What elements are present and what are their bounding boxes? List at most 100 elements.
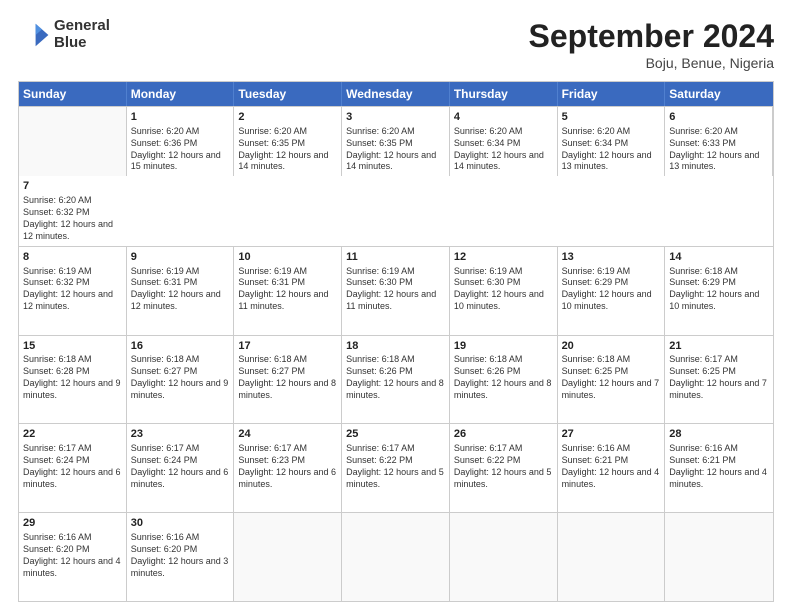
cell-sun-info: Sunrise: 6:18 AM Sunset: 6:27 PM Dayligh…	[131, 354, 230, 402]
day-number: 1	[131, 110, 230, 125]
day-number: 6	[669, 110, 768, 125]
cell-sun-info: Sunrise: 6:20 AM Sunset: 6:35 PM Dayligh…	[238, 126, 337, 174]
calendar-header: SundayMondayTuesdayWednesdayThursdayFrid…	[19, 82, 773, 106]
day-number: 15	[23, 339, 122, 354]
cell-sun-info: Sunrise: 6:17 AM Sunset: 6:22 PM Dayligh…	[454, 443, 553, 491]
header-day-tuesday: Tuesday	[234, 82, 342, 106]
calendar-cell-1: 1Sunrise: 6:20 AM Sunset: 6:36 PM Daylig…	[127, 107, 235, 176]
month-title: September 2024	[529, 18, 774, 55]
cell-sun-info: Sunrise: 6:18 AM Sunset: 6:26 PM Dayligh…	[454, 354, 553, 402]
cell-sun-info: Sunrise: 6:18 AM Sunset: 6:28 PM Dayligh…	[23, 354, 122, 402]
day-number: 28	[669, 427, 769, 442]
cell-sun-info: Sunrise: 6:20 AM Sunset: 6:34 PM Dayligh…	[454, 126, 553, 174]
cell-sun-info: Sunrise: 6:19 AM Sunset: 6:29 PM Dayligh…	[562, 266, 661, 314]
calendar-cell-9: 9Sunrise: 6:19 AM Sunset: 6:31 PM Daylig…	[127, 247, 235, 335]
calendar-cell-empty-4-6	[665, 513, 773, 601]
cell-sun-info: Sunrise: 6:20 AM Sunset: 6:35 PM Dayligh…	[346, 126, 445, 174]
day-number: 27	[562, 427, 661, 442]
day-number: 23	[131, 427, 230, 442]
day-number: 12	[454, 250, 553, 265]
calendar-cell-empty-4-4	[450, 513, 558, 601]
cell-sun-info: Sunrise: 6:18 AM Sunset: 6:27 PM Dayligh…	[238, 354, 337, 402]
day-number: 19	[454, 339, 553, 354]
cell-sun-info: Sunrise: 6:16 AM Sunset: 6:21 PM Dayligh…	[562, 443, 661, 491]
header-day-friday: Friday	[558, 82, 666, 106]
cell-sun-info: Sunrise: 6:20 AM Sunset: 6:36 PM Dayligh…	[131, 126, 230, 174]
logo: General Blue	[18, 18, 110, 51]
calendar-cell-5: 5Sunrise: 6:20 AM Sunset: 6:34 PM Daylig…	[558, 107, 666, 176]
day-number: 4	[454, 110, 553, 125]
calendar-cell-empty-4-2	[234, 513, 342, 601]
day-number: 7	[23, 179, 123, 194]
calendar-cell-17: 17Sunrise: 6:18 AM Sunset: 6:27 PM Dayli…	[234, 336, 342, 424]
day-number: 25	[346, 427, 445, 442]
cell-sun-info: Sunrise: 6:17 AM Sunset: 6:22 PM Dayligh…	[346, 443, 445, 491]
day-number: 18	[346, 339, 445, 354]
calendar-cell-15: 15Sunrise: 6:18 AM Sunset: 6:28 PM Dayli…	[19, 336, 127, 424]
cell-sun-info: Sunrise: 6:17 AM Sunset: 6:24 PM Dayligh…	[131, 443, 230, 491]
logo-text: General Blue	[54, 18, 110, 51]
calendar-cell-3: 3Sunrise: 6:20 AM Sunset: 6:35 PM Daylig…	[342, 107, 450, 176]
cell-sun-info: Sunrise: 6:19 AM Sunset: 6:32 PM Dayligh…	[23, 266, 122, 314]
location: Boju, Benue, Nigeria	[529, 55, 774, 71]
calendar-cell-8: 8Sunrise: 6:19 AM Sunset: 6:32 PM Daylig…	[19, 247, 127, 335]
calendar-cell-14: 14Sunrise: 6:18 AM Sunset: 6:29 PM Dayli…	[665, 247, 773, 335]
calendar-cell-10: 10Sunrise: 6:19 AM Sunset: 6:31 PM Dayli…	[234, 247, 342, 335]
day-number: 24	[238, 427, 337, 442]
day-number: 20	[562, 339, 661, 354]
cell-sun-info: Sunrise: 6:16 AM Sunset: 6:20 PM Dayligh…	[23, 532, 122, 580]
header-day-wednesday: Wednesday	[342, 82, 450, 106]
day-number: 8	[23, 250, 122, 265]
calendar-cell-26: 26Sunrise: 6:17 AM Sunset: 6:22 PM Dayli…	[450, 424, 558, 512]
calendar-cell-empty-4-3	[342, 513, 450, 601]
calendar: SundayMondayTuesdayWednesdayThursdayFrid…	[18, 81, 774, 602]
day-number: 30	[131, 516, 230, 531]
cell-sun-info: Sunrise: 6:19 AM Sunset: 6:31 PM Dayligh…	[238, 266, 337, 314]
day-number: 21	[669, 339, 769, 354]
cell-sun-info: Sunrise: 6:18 AM Sunset: 6:25 PM Dayligh…	[562, 354, 661, 402]
calendar-cell-19: 19Sunrise: 6:18 AM Sunset: 6:26 PM Dayli…	[450, 336, 558, 424]
cell-sun-info: Sunrise: 6:17 AM Sunset: 6:24 PM Dayligh…	[23, 443, 122, 491]
calendar-cell-20: 20Sunrise: 6:18 AM Sunset: 6:25 PM Dayli…	[558, 336, 666, 424]
cell-sun-info: Sunrise: 6:20 AM Sunset: 6:32 PM Dayligh…	[23, 195, 123, 243]
calendar-cell-24: 24Sunrise: 6:17 AM Sunset: 6:23 PM Dayli…	[234, 424, 342, 512]
calendar-cell-21: 21Sunrise: 6:17 AM Sunset: 6:25 PM Dayli…	[665, 336, 773, 424]
calendar-cell-7: 7Sunrise: 6:20 AM Sunset: 6:32 PM Daylig…	[19, 176, 127, 245]
cell-sun-info: Sunrise: 6:18 AM Sunset: 6:26 PM Dayligh…	[346, 354, 445, 402]
calendar-cell-16: 16Sunrise: 6:18 AM Sunset: 6:27 PM Dayli…	[127, 336, 235, 424]
day-number: 26	[454, 427, 553, 442]
day-number: 22	[23, 427, 122, 442]
calendar-cell-22: 22Sunrise: 6:17 AM Sunset: 6:24 PM Dayli…	[19, 424, 127, 512]
header-day-sunday: Sunday	[19, 82, 127, 106]
calendar-row-2: 8Sunrise: 6:19 AM Sunset: 6:32 PM Daylig…	[19, 246, 773, 335]
calendar-cell-18: 18Sunrise: 6:18 AM Sunset: 6:26 PM Dayli…	[342, 336, 450, 424]
day-number: 16	[131, 339, 230, 354]
logo-line1: General	[54, 18, 110, 35]
day-number: 9	[131, 250, 230, 265]
calendar-page: General Blue September 2024 Boju, Benue,…	[0, 0, 792, 612]
day-number: 11	[346, 250, 445, 265]
calendar-cell-23: 23Sunrise: 6:17 AM Sunset: 6:24 PM Dayli…	[127, 424, 235, 512]
calendar-cell-2: 2Sunrise: 6:20 AM Sunset: 6:35 PM Daylig…	[234, 107, 342, 176]
calendar-cell-11: 11Sunrise: 6:19 AM Sunset: 6:30 PM Dayli…	[342, 247, 450, 335]
cell-sun-info: Sunrise: 6:16 AM Sunset: 6:20 PM Dayligh…	[131, 532, 230, 580]
calendar-cell-4: 4Sunrise: 6:20 AM Sunset: 6:34 PM Daylig…	[450, 107, 558, 176]
day-number: 17	[238, 339, 337, 354]
calendar-cell-6: 6Sunrise: 6:20 AM Sunset: 6:33 PM Daylig…	[665, 107, 773, 176]
calendar-cell-13: 13Sunrise: 6:19 AM Sunset: 6:29 PM Dayli…	[558, 247, 666, 335]
cell-sun-info: Sunrise: 6:20 AM Sunset: 6:33 PM Dayligh…	[669, 126, 768, 174]
day-number: 3	[346, 110, 445, 125]
calendar-cell-27: 27Sunrise: 6:16 AM Sunset: 6:21 PM Dayli…	[558, 424, 666, 512]
cell-sun-info: Sunrise: 6:17 AM Sunset: 6:25 PM Dayligh…	[669, 354, 769, 402]
day-number: 5	[562, 110, 661, 125]
cell-sun-info: Sunrise: 6:17 AM Sunset: 6:23 PM Dayligh…	[238, 443, 337, 491]
cell-sun-info: Sunrise: 6:20 AM Sunset: 6:34 PM Dayligh…	[562, 126, 661, 174]
calendar-cell-12: 12Sunrise: 6:19 AM Sunset: 6:30 PM Dayli…	[450, 247, 558, 335]
cell-sun-info: Sunrise: 6:19 AM Sunset: 6:30 PM Dayligh…	[346, 266, 445, 314]
day-number: 29	[23, 516, 122, 531]
calendar-cell-29: 29Sunrise: 6:16 AM Sunset: 6:20 PM Dayli…	[19, 513, 127, 601]
cell-sun-info: Sunrise: 6:19 AM Sunset: 6:31 PM Dayligh…	[131, 266, 230, 314]
calendar-body: 1Sunrise: 6:20 AM Sunset: 6:36 PM Daylig…	[19, 106, 773, 601]
calendar-row-1: 1Sunrise: 6:20 AM Sunset: 6:36 PM Daylig…	[19, 106, 773, 246]
calendar-row-5: 29Sunrise: 6:16 AM Sunset: 6:20 PM Dayli…	[19, 512, 773, 601]
